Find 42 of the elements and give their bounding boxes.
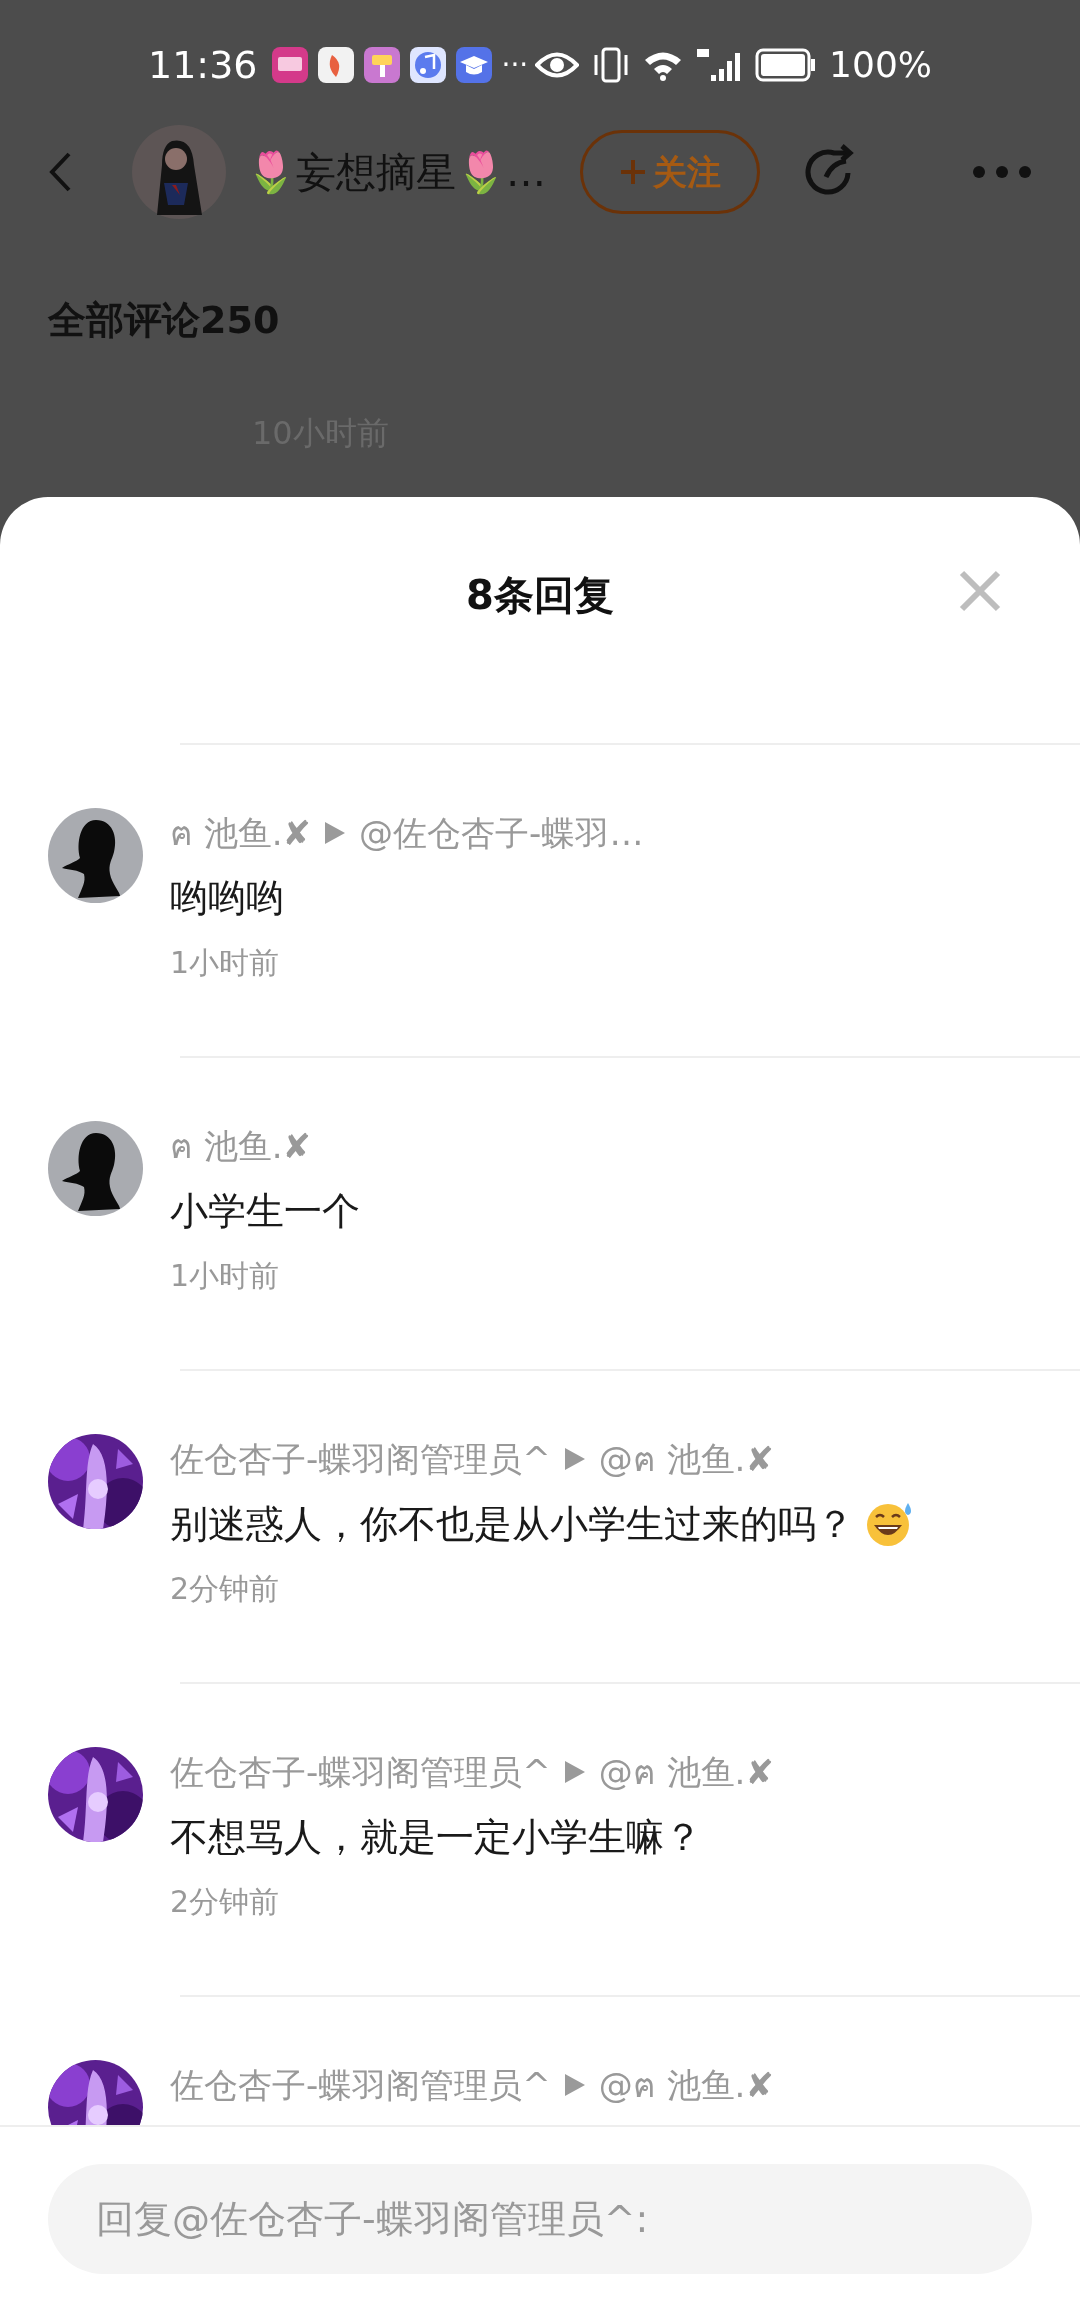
reply-input[interactable]: 回复@佐仓杏子-蝶羽阁管理员^: xyxy=(48,2163,1032,2274)
reply-target[interactable]: @ฅ 池鱼.✘ xyxy=(598,1433,774,1485)
music-app-icon xyxy=(409,47,446,83)
reply-text: 别迷惑人，你不也是从小学生过来的吗？ xyxy=(170,1500,854,1548)
play-arrow-icon xyxy=(564,2074,585,2096)
close-icon[interactable] xyxy=(958,569,1002,613)
play-arrow-icon xyxy=(325,822,346,844)
author-name[interactable]: ฅ 池鱼.✘ xyxy=(170,807,312,859)
play-arrow-icon xyxy=(564,1761,585,1783)
author-name[interactable]: 佐仓杏子-蝶羽阁管理员^ xyxy=(170,1746,551,1798)
app-icon xyxy=(271,47,308,83)
graduation-cap-icon xyxy=(455,47,492,83)
more-notifications: ··· xyxy=(501,47,529,83)
reply-time: 2分钟前 xyxy=(170,1883,281,1921)
reply-target[interactable]: @佐仓杏子-蝶羽… xyxy=(359,807,644,859)
reply-text: 哟哟哟 xyxy=(170,874,284,922)
sheet-title: 8条回复 xyxy=(466,571,614,620)
eye-icon xyxy=(535,50,580,80)
author-name[interactable]: 佐仓杏子-蝶羽阁管理员^ xyxy=(170,1433,551,1485)
reply-text: 不想骂人，就是一定小学生嘛？ xyxy=(170,1813,702,1861)
avatar-icon xyxy=(48,808,143,903)
plus-icon xyxy=(619,158,647,186)
reply-time: 1小时前 xyxy=(170,944,281,982)
author-name[interactable]: ฅ 池鱼.✘ xyxy=(170,1120,312,1172)
reply-target[interactable]: @ฅ 池鱼.✘ xyxy=(598,1746,774,1798)
back-icon[interactable] xyxy=(48,151,72,193)
app-icon xyxy=(363,47,400,83)
status-time: 11:36 xyxy=(148,41,258,89)
more-icon[interactable] xyxy=(972,165,1032,179)
author-name[interactable]: 🌷妄想摘星🌷… xyxy=(246,142,546,202)
reply-target[interactable]: @ฅ 池鱼.✘ xyxy=(598,2059,774,2111)
play-arrow-icon xyxy=(564,1448,585,1470)
reply-time: 2分钟前 xyxy=(170,1570,281,1608)
author-name[interactable]: 佐仓杏子-蝶羽阁管理员^ xyxy=(170,2059,551,2111)
battery-icon xyxy=(755,48,818,82)
reply-text: 小学生一个 xyxy=(170,1187,360,1235)
follow-button[interactable]: 关注 xyxy=(580,130,760,214)
reply-time: 1小时前 xyxy=(170,1257,281,1295)
avatar-icon xyxy=(48,1121,143,1216)
battery-level: 100% xyxy=(829,43,932,87)
app-icon xyxy=(317,47,354,83)
section-title: 全部评论250 xyxy=(48,297,281,344)
